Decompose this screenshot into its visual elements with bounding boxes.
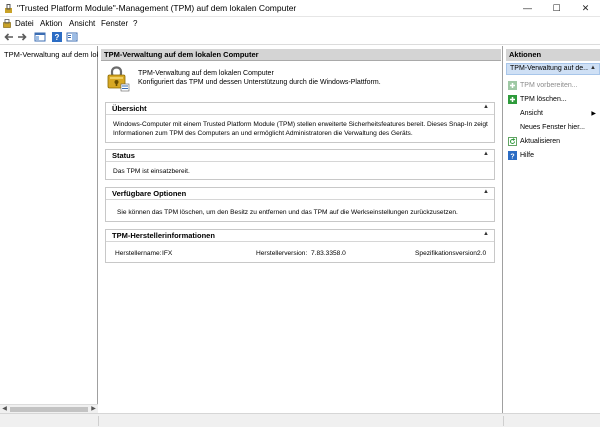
action-help[interactable]: ? Hilfe	[508, 149, 600, 161]
overview-text-line2: Informationen zum TPM des Computers an u…	[113, 130, 413, 137]
console-tree-pane: TPM-Verwaltung auf dem lok ◀ ▶	[0, 46, 98, 413]
intro-title: TPM-Verwaltung auf dem lokalen Computer	[138, 70, 274, 77]
tree-item-tpm[interactable]: TPM-Verwaltung auf dem lok	[2, 49, 98, 59]
collapse-icon[interactable]: ▲	[483, 189, 489, 195]
status-header[interactable]: Status ▲	[106, 150, 494, 162]
menu-aktion[interactable]: Aktion	[40, 18, 62, 29]
options-text: Sie können das TPM löschen, um den Besit…	[117, 209, 458, 216]
action-label: Ansicht	[520, 109, 543, 117]
result-pane-header: TPM-Verwaltung auf dem lokalen Computer	[101, 49, 501, 61]
action-view[interactable]: Ansicht ▶	[508, 107, 600, 119]
action-label: TPM löschen...	[520, 95, 567, 103]
horizontal-scrollbar[interactable]: ◀ ▶	[0, 404, 98, 413]
refresh-icon	[508, 136, 517, 146]
overview-text-line1: Windows-Computer mit einem Trusted Platf…	[113, 121, 488, 128]
action-label: TPM vorbereiten...	[520, 81, 578, 89]
status-title: Status	[112, 151, 135, 160]
toolbar: ?	[0, 30, 600, 45]
help-icon: ?	[508, 150, 517, 160]
overview-title: Übersicht	[112, 104, 147, 113]
collapse-icon[interactable]: ▲	[483, 104, 489, 110]
intro-block: TPM-Verwaltung auf dem lokalen Computer …	[105, 65, 495, 95]
manufacturer-header[interactable]: TPM-Herstellerinformationen ▲	[106, 230, 494, 242]
properties-icon[interactable]	[66, 31, 78, 43]
menu-fenster[interactable]: Fenster	[101, 18, 128, 29]
status-text: Das TPM ist einsatzbereit.	[113, 168, 190, 175]
scroll-thumb[interactable]	[10, 407, 88, 412]
action-label: Neues Fenster hier...	[520, 123, 585, 131]
submenu-arrow-icon: ▶	[591, 111, 596, 117]
empty-icon-slot	[508, 123, 517, 132]
actions-header: Aktionen	[506, 49, 600, 61]
result-pane: TPM-Verwaltung auf dem lokalen Computer …	[99, 46, 503, 413]
collapse-icon[interactable]: ▲	[483, 151, 489, 157]
tpm-chip-icon	[107, 66, 130, 92]
action-label: Aktualisieren	[520, 137, 561, 145]
options-header[interactable]: Verfügbare Optionen ▲	[106, 188, 494, 200]
options-title: Verfügbare Optionen	[112, 189, 187, 198]
collapse-icon[interactable]: ▲	[483, 231, 489, 237]
status-divider	[98, 416, 99, 426]
actions-pane: Aktionen TPM-Verwaltung auf de... ▲ TPM …	[504, 46, 600, 413]
svg-text:?: ?	[55, 33, 60, 42]
action-new-window[interactable]: Neues Fenster hier...	[508, 121, 600, 133]
console-icon[interactable]	[3, 19, 11, 28]
title-bar: "Trusted Platform Module"-Management (TP…	[0, 0, 600, 17]
status-bar	[0, 413, 600, 427]
close-button[interactable]: ✕	[571, 0, 600, 17]
manufacturer-version-value: 7.83.3358.0	[311, 250, 346, 257]
overview-section: Übersicht ▲ Windows-Computer mit einem T…	[105, 102, 495, 143]
action-tpm-prepare[interactable]: TPM vorbereiten...	[508, 79, 600, 91]
status-section: Status ▲ Das TPM ist einsatzbereit.	[105, 149, 495, 180]
tpm-app-icon	[5, 4, 12, 13]
menu-ansicht[interactable]: Ansicht	[69, 18, 95, 29]
forward-icon[interactable]	[16, 31, 28, 43]
menu-bar: Datei Aktion Ansicht Fenster ?	[0, 17, 600, 30]
tpm-green-icon	[508, 80, 517, 90]
maximize-button[interactable]: ☐	[542, 0, 571, 17]
actions-group-tpm[interactable]: TPM-Verwaltung auf de... ▲	[506, 63, 600, 75]
tree-item-label: TPM-Verwaltung auf dem lok	[4, 49, 98, 59]
back-icon[interactable]	[3, 31, 15, 43]
result-pane-title: TPM-Verwaltung auf dem lokalen Computer	[104, 50, 259, 59]
action-refresh[interactable]: Aktualisieren	[508, 135, 600, 147]
spec-version-label: Spezifikationsversion:	[415, 250, 479, 257]
help-icon[interactable]: ?	[51, 31, 63, 43]
collapse-icon[interactable]: ▲	[590, 65, 596, 71]
actions-group-label: TPM-Verwaltung auf de...	[510, 65, 588, 72]
options-section: Verfügbare Optionen ▲ Sie können das TPM…	[105, 187, 495, 222]
empty-icon-slot	[508, 109, 517, 118]
actions-title: Aktionen	[509, 50, 542, 59]
action-label: Hilfe	[520, 151, 535, 159]
intro-description: Konfiguriert das TPM und dessen Unterstü…	[138, 79, 381, 86]
menu-help[interactable]: ?	[133, 18, 137, 29]
console-tree-icon[interactable]	[34, 31, 46, 43]
status-divider	[503, 416, 504, 426]
manufacturer-name-value: IFX	[162, 250, 173, 257]
tpm-green-icon	[508, 94, 517, 104]
svg-text:?: ?	[510, 153, 514, 160]
minimize-button[interactable]: —	[513, 0, 542, 17]
spec-version-value: 2.0	[477, 250, 487, 257]
manufacturer-title: TPM-Herstellerinformationen	[112, 231, 215, 240]
manufacturer-name-label: Herstellername:	[115, 250, 162, 257]
window-title: "Trusted Platform Module"-Management (TP…	[17, 3, 297, 13]
action-tpm-clear[interactable]: TPM löschen...	[508, 93, 600, 105]
manufacturer-section: TPM-Herstellerinformationen ▲ Hersteller…	[105, 229, 495, 263]
overview-header[interactable]: Übersicht ▲	[106, 103, 494, 115]
menu-datei[interactable]: Datei	[15, 18, 34, 29]
manufacturer-version-label: Herstellerversion:	[256, 250, 308, 257]
